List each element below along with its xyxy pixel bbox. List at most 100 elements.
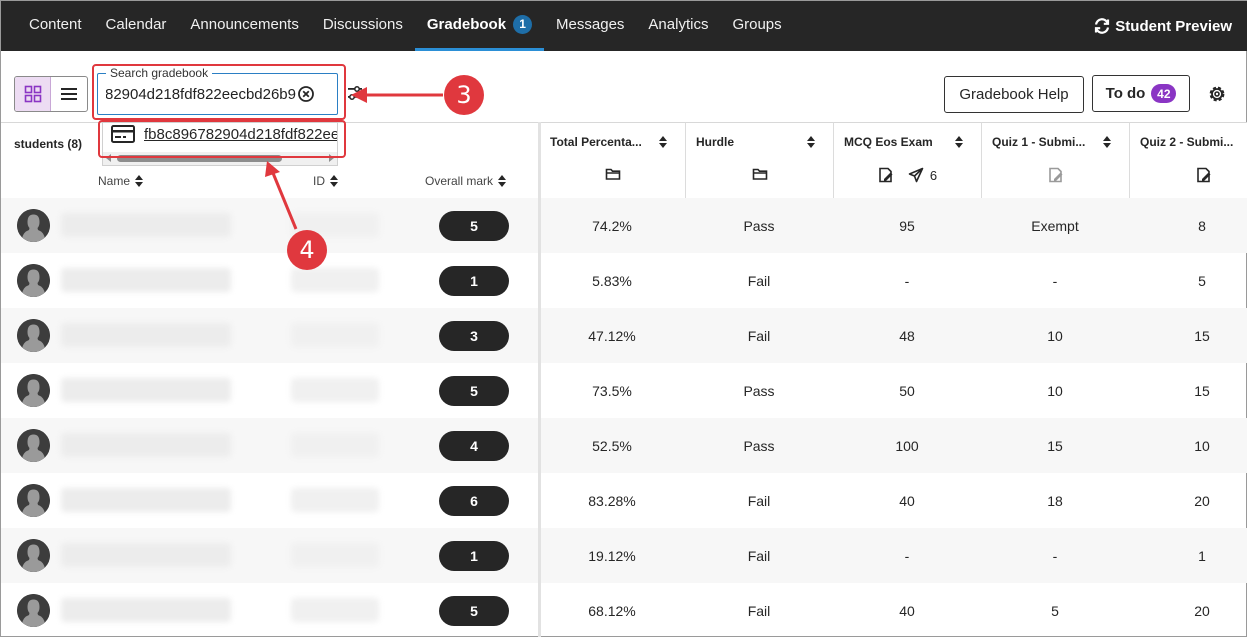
table-row: 4 52.5% Pass 100 15 10 [1, 418, 1247, 473]
tab-analytics[interactable]: Analytics [636, 1, 720, 51]
student-name-redacted[interactable] [61, 378, 231, 402]
grade-cell-mcq[interactable]: 48 [833, 308, 981, 363]
user-silhouette-icon [17, 264, 50, 297]
filter-icon[interactable] [347, 85, 363, 106]
student-name-redacted[interactable] [61, 268, 231, 292]
grade-cell-hurdle[interactable]: Pass [685, 198, 833, 253]
column-header-quiz-2[interactable]: Quiz 2 - Submi... [1129, 122, 1247, 198]
overall-mark-pill[interactable]: 1 [439, 541, 509, 571]
student-name-redacted[interactable] [61, 433, 231, 457]
grade-cell-total[interactable]: 19.12% [539, 528, 685, 583]
sort-icon[interactable] [955, 136, 963, 148]
todo-count-badge: 42 [1151, 84, 1177, 103]
grade-cell-hurdle[interactable]: Pass [685, 418, 833, 473]
avatar[interactable] [17, 429, 50, 462]
grade-cell-hurdle[interactable]: Fail [685, 473, 833, 528]
column-header-mcq-eos-exam[interactable]: MCQ Eos Exam 6 [833, 122, 981, 198]
tab-discussions[interactable]: Discussions [311, 1, 415, 51]
gradebook-help-button[interactable]: Gradebook Help [944, 76, 1084, 113]
student-name-redacted[interactable] [61, 213, 231, 237]
grade-cell-total[interactable]: 68.12% [539, 583, 685, 637]
grade-cell-quiz2[interactable]: 8 [1129, 198, 1247, 253]
list-icon [61, 88, 77, 100]
grade-cell-total[interactable]: 74.2% [539, 198, 685, 253]
sort-icon[interactable] [659, 136, 667, 148]
list-view-button[interactable] [51, 77, 87, 111]
grade-cell-mcq[interactable]: - [833, 528, 981, 583]
sort-by-overall-mark[interactable]: Overall mark [425, 174, 507, 188]
avatar[interactable] [17, 319, 50, 352]
grade-cell-quiz1[interactable]: - [981, 253, 1129, 308]
grade-cell-hurdle[interactable]: Pass [685, 363, 833, 418]
tab-messages[interactable]: Messages [544, 1, 636, 51]
overall-mark-pill[interactable]: 6 [439, 486, 509, 516]
tab-announcements[interactable]: Announcements [178, 1, 310, 51]
grade-cell-mcq[interactable]: 50 [833, 363, 981, 418]
grade-cell-quiz1[interactable]: - [981, 528, 1129, 583]
avatar[interactable] [17, 594, 50, 627]
grade-cell-quiz2[interactable]: 15 [1129, 363, 1247, 418]
grade-cell-quiz2[interactable]: 20 [1129, 583, 1247, 637]
overall-mark-pill[interactable]: 3 [439, 321, 509, 351]
grade-cell-quiz1[interactable]: 5 [981, 583, 1129, 637]
grade-cell-total[interactable]: 47.12% [539, 308, 685, 363]
tab-groups[interactable]: Groups [720, 1, 793, 51]
avatar[interactable] [17, 539, 50, 572]
tab-calendar[interactable]: Calendar [94, 1, 179, 51]
todo-button[interactable]: To do 42 [1092, 75, 1190, 112]
grade-cell-quiz2[interactable]: 5 [1129, 253, 1247, 308]
column-header-total-percentage[interactable]: Total Percenta... [539, 122, 685, 198]
submission-count: 6 [929, 167, 938, 183]
annotation-box-search [92, 64, 346, 120]
tab-content[interactable]: Content [17, 1, 94, 51]
overall-mark-pill[interactable]: 4 [439, 431, 509, 461]
grade-cell-hurdle[interactable]: Fail [685, 253, 833, 308]
grade-cell-mcq[interactable]: 40 [833, 583, 981, 637]
overall-mark-pill[interactable]: 1 [439, 266, 509, 296]
avatar[interactable] [17, 209, 50, 242]
grade-cell-quiz2[interactable]: 20 [1129, 473, 1247, 528]
sort-icon [330, 175, 338, 187]
sort-icon[interactable] [1103, 136, 1111, 148]
grade-cell-quiz2[interactable]: 1 [1129, 528, 1247, 583]
grade-cell-mcq[interactable]: 40 [833, 473, 981, 528]
avatar[interactable] [17, 374, 50, 407]
grade-cell-total[interactable]: 5.83% [539, 253, 685, 308]
overall-mark-pill[interactable]: 5 [439, 211, 509, 241]
sort-by-id[interactable]: ID [313, 174, 338, 188]
column-header-hurdle[interactable]: Hurdle [685, 122, 833, 198]
user-silhouette-icon [17, 209, 50, 242]
grade-cell-quiz2[interactable]: 15 [1129, 308, 1247, 363]
student-name-redacted[interactable] [61, 488, 231, 512]
grade-cell-quiz1[interactable]: 15 [981, 418, 1129, 473]
overall-mark-pill[interactable]: 5 [439, 596, 509, 626]
grid-view-button[interactable] [15, 77, 51, 111]
grade-cell-quiz1[interactable]: 10 [981, 308, 1129, 363]
grade-cell-mcq[interactable]: 95 [833, 198, 981, 253]
avatar[interactable] [17, 264, 50, 297]
grade-cell-hurdle[interactable]: Fail [685, 528, 833, 583]
student-name-redacted[interactable] [61, 543, 231, 567]
overall-mark-pill[interactable]: 5 [439, 376, 509, 406]
grade-cell-hurdle[interactable]: Fail [685, 308, 833, 363]
student-preview-button[interactable]: Student Preview [1093, 1, 1232, 51]
grade-cell-hurdle[interactable]: Fail [685, 583, 833, 637]
student-name-redacted[interactable] [61, 323, 231, 347]
sort-by-name[interactable]: Name [98, 174, 144, 188]
grade-cell-total[interactable]: 73.5% [539, 363, 685, 418]
student-name-redacted[interactable] [61, 598, 231, 622]
grade-cell-total[interactable]: 52.5% [539, 418, 685, 473]
user-silhouette-icon [17, 539, 50, 572]
grade-cell-mcq[interactable]: - [833, 253, 981, 308]
grade-cell-quiz1[interactable]: 18 [981, 473, 1129, 528]
grade-cell-quiz1[interactable]: 10 [981, 363, 1129, 418]
avatar[interactable] [17, 484, 50, 517]
grade-cell-quiz2[interactable]: 10 [1129, 418, 1247, 473]
sort-icon[interactable] [807, 136, 815, 148]
tab-gradebook[interactable]: Gradebook 1 [414, 1, 545, 51]
grade-cell-quiz1[interactable]: Exempt [981, 198, 1129, 253]
grade-cell-total[interactable]: 83.28% [539, 473, 685, 528]
grade-cell-mcq[interactable]: 100 [833, 418, 981, 473]
gear-icon[interactable] [1207, 84, 1227, 109]
column-header-quiz-1[interactable]: Quiz 1 - Submi... [981, 122, 1129, 198]
